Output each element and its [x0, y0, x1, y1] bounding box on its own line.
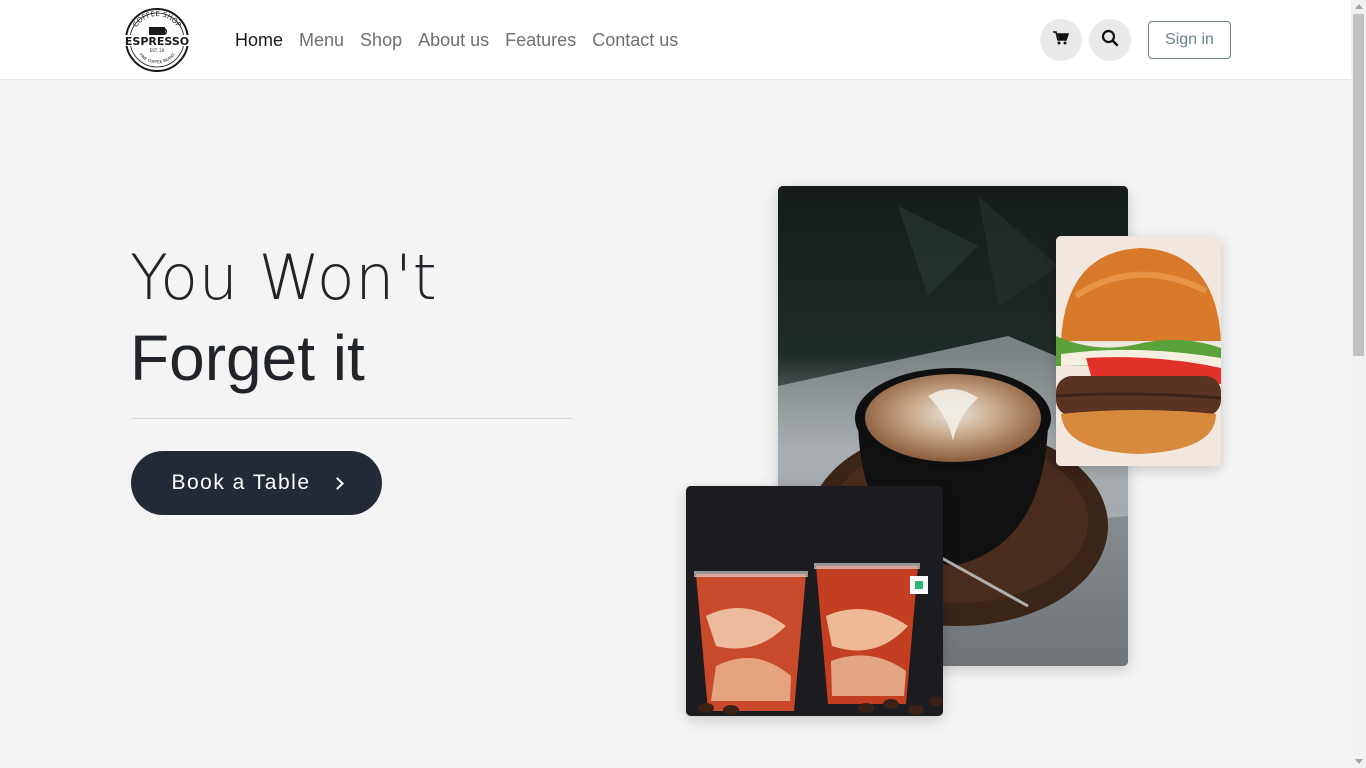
- svg-text:FINE COFFEE BEANS: FINE COFFEE BEANS: [138, 52, 176, 65]
- sign-in-button[interactable]: Sign in: [1148, 21, 1231, 59]
- hero-divider: [131, 418, 573, 419]
- book-a-table-button[interactable]: Book a Table: [131, 451, 382, 515]
- svg-text:EST. 20: EST. 20: [150, 48, 165, 53]
- cart-button[interactable]: [1040, 19, 1082, 61]
- scroll-down-arrow-icon[interactable]: [1355, 759, 1363, 764]
- nav-shop[interactable]: Shop: [352, 28, 410, 52]
- book-a-table-label: Book a Table: [171, 471, 311, 494]
- search-icon: [1101, 29, 1119, 52]
- nav-features[interactable]: Features: [497, 28, 584, 52]
- page-scrollbar[interactable]: [1351, 0, 1366, 768]
- search-button[interactable]: [1089, 19, 1131, 61]
- scroll-up-arrow-icon[interactable]: [1355, 4, 1363, 9]
- hero-title-line-1: You Won't: [130, 241, 438, 314]
- chevron-right-icon: [330, 476, 344, 490]
- scroll-thumb[interactable]: [1353, 14, 1364, 356]
- espresso-logo[interactable]: COFFEE SHOP ESPRESSO EST. 20 FINE COFFEE…: [119, 7, 195, 73]
- nav-home[interactable]: Home: [227, 28, 291, 52]
- hero-title-line-2: Forget it: [130, 322, 365, 394]
- top-navbar: COFFEE SHOP ESPRESSO EST. 20 FINE COFFEE…: [0, 0, 1351, 80]
- svg-text:COFFEE SHOP: COFFEE SHOP: [132, 10, 183, 29]
- main-nav: Home Menu Shop About us Features Contact…: [227, 28, 686, 52]
- svg-text:ESPRESSO: ESPRESSO: [125, 35, 189, 48]
- nav-menu[interactable]: Menu: [291, 28, 352, 52]
- cart-icon: [1053, 30, 1070, 50]
- nav-about-us[interactable]: About us: [410, 28, 497, 52]
- burger-image: [1056, 236, 1221, 466]
- nav-contact-us[interactable]: Contact us: [584, 28, 686, 52]
- iced-coffee-drinks-image: [686, 486, 943, 716]
